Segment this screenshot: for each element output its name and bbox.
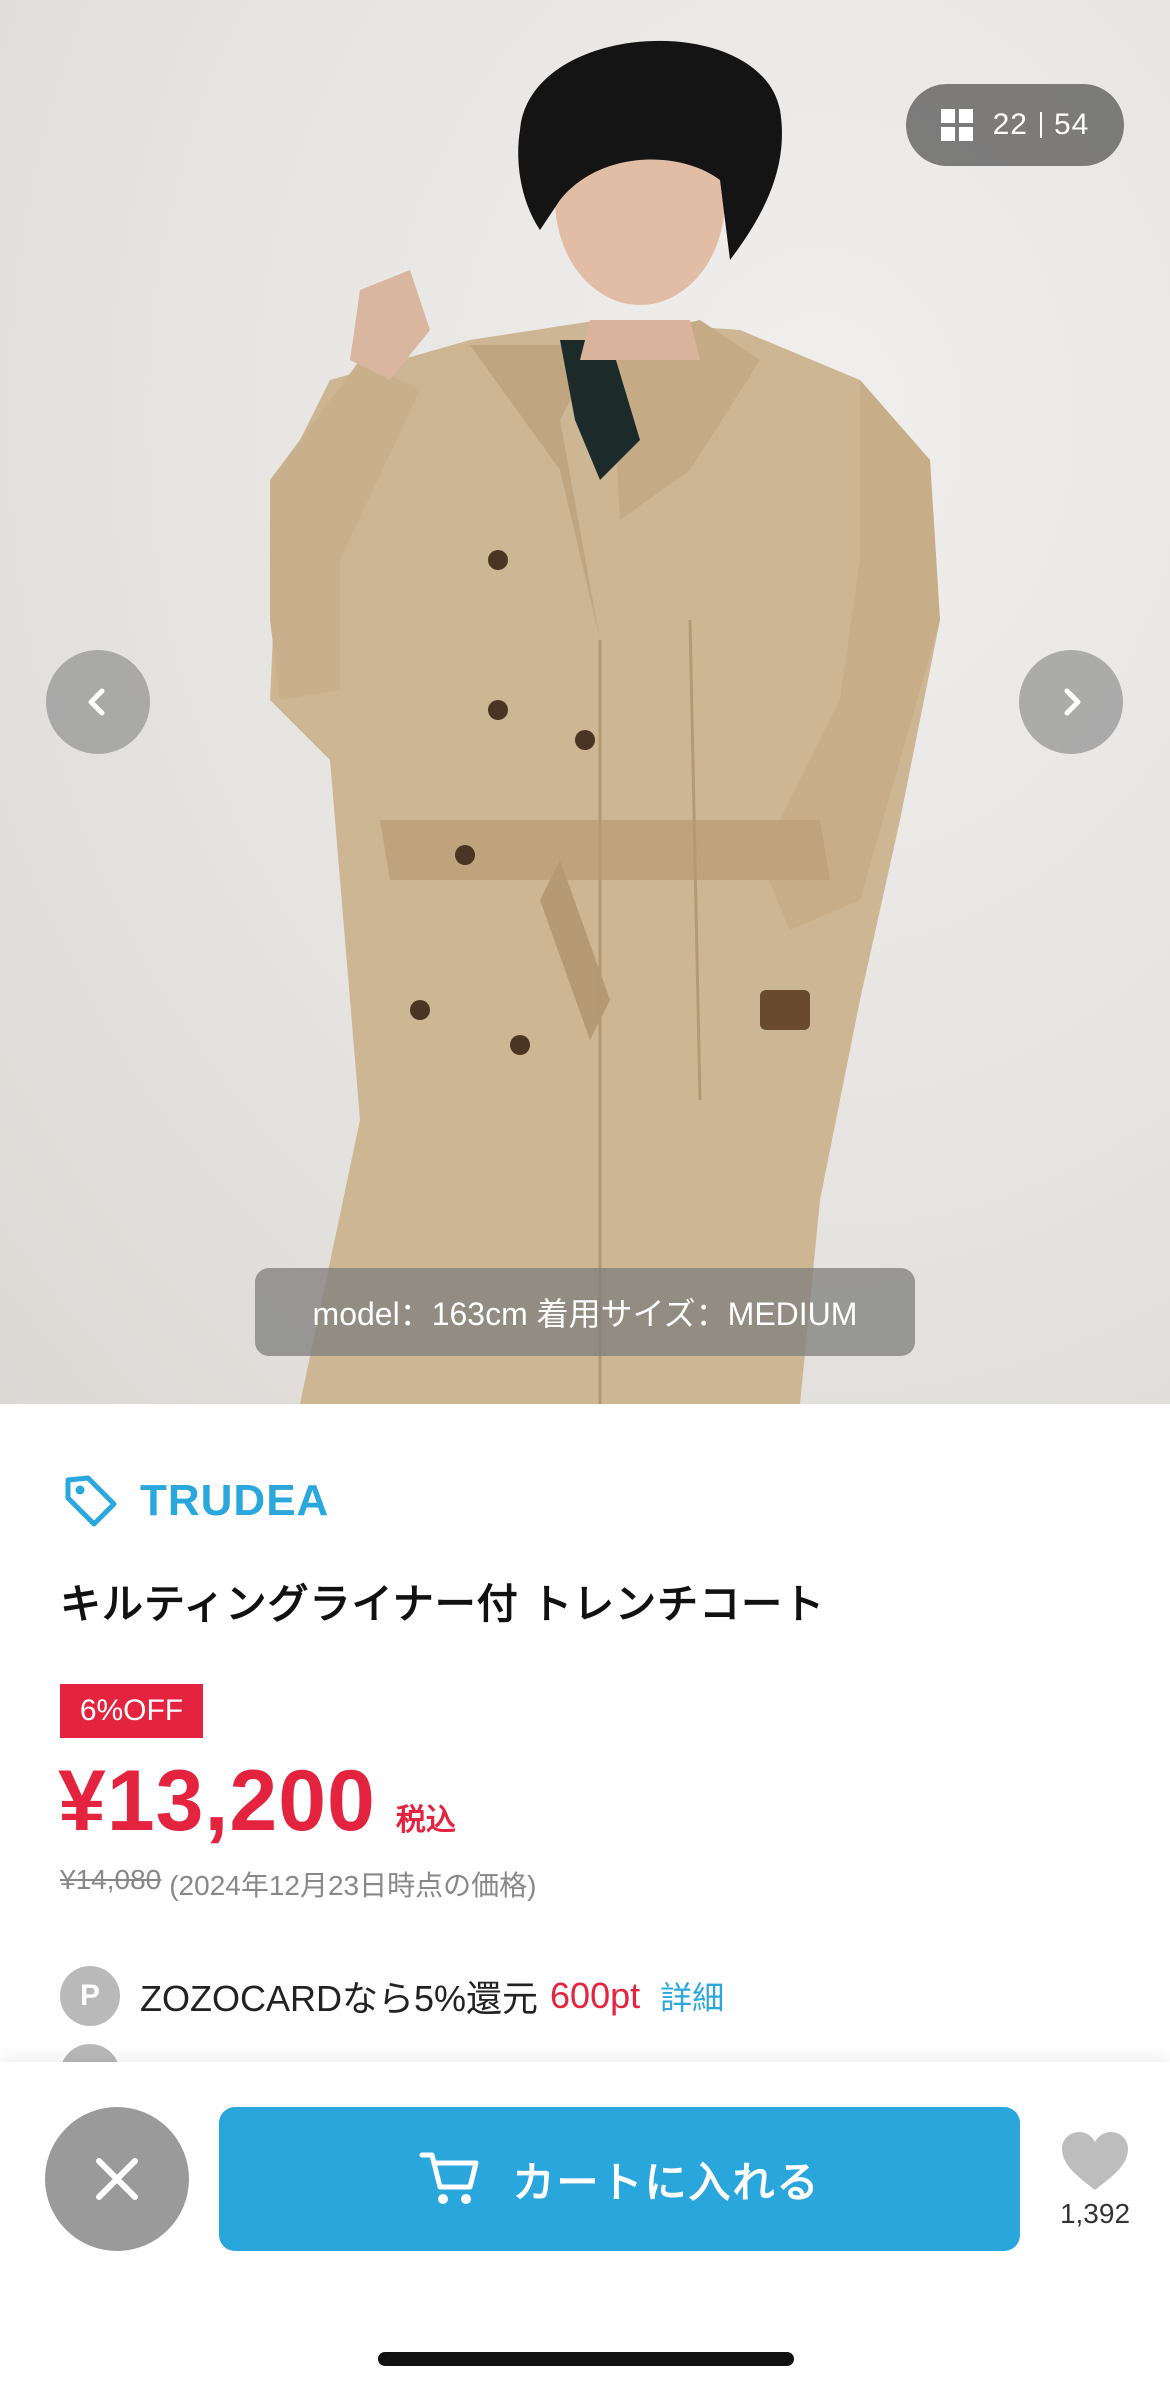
grid-icon <box>940 109 973 141</box>
product-photo <box>270 40 940 1404</box>
favorite-count: 1,392 <box>1059 2198 1131 2229</box>
cart-icon <box>419 2152 479 2204</box>
discount-badge: 6%OFF <box>60 1684 203 1738</box>
gallery-counter[interactable]: 22 54 <box>906 84 1124 166</box>
home-indicator <box>378 2352 794 2366</box>
gallery-total-count: 54 <box>1054 108 1090 141</box>
previous-image-button[interactable] <box>46 650 150 754</box>
close-icon <box>96 2158 138 2200</box>
product-image-gallery[interactable]: 22 54 model：163cm 着用サイズ：MEDIUM <box>0 0 1170 1404</box>
next-image-button[interactable] <box>1019 650 1123 754</box>
gallery-current-index: 22 <box>992 108 1028 141</box>
points-icon: P <box>60 1966 120 2026</box>
heart-icon <box>1062 2132 1128 2190</box>
favorite-button[interactable]: 1,392 <box>1050 2130 1140 2230</box>
model-size-caption: model：163cm 着用サイズ：MEDIUM <box>255 1268 915 1356</box>
sale-price: ¥13,200 <box>58 1753 376 1849</box>
tag-icon <box>65 1475 117 1527</box>
gallery-counter-text: 22 54 <box>993 108 1090 142</box>
reference-price-row: ¥14,080 (2024年12月23日時点の価格) <box>60 1864 536 1904</box>
next-row-icon <box>60 2044 120 2064</box>
close-button[interactable] <box>45 2107 189 2251</box>
brand-link[interactable]: TRUDEA <box>62 1472 329 1530</box>
counter-divider <box>1040 112 1042 138</box>
next-info-row-peek <box>60 2044 760 2064</box>
chevron-left-icon <box>88 688 105 716</box>
points-text: ZOZOCARDなら5%還元 <box>140 1978 539 2019</box>
chevron-right-icon <box>1064 688 1081 716</box>
price-row: ¥13,200 税込 <box>58 1752 456 1851</box>
add-to-cart-label: カートに入れる <box>512 2158 821 2206</box>
points-amount: 600pt <box>550 1975 641 2016</box>
reference-price: ¥14,080 <box>60 1864 162 1895</box>
tax-label: 税込 <box>395 1804 456 1837</box>
product-title: キルティングライナー付 トレンチコート <box>60 1581 826 1627</box>
points-detail-link[interactable]: 詳細 <box>660 1973 724 2019</box>
reference-price-note: (2024年12月23日時点の価格) <box>169 1870 537 1901</box>
add-to-cart-button[interactable]: カートに入れる <box>219 2107 1020 2251</box>
brand-name: TRUDEA <box>140 1476 330 1525</box>
zozocard-points-row: P ZOZOCARDなら5%還元 600pt 詳細 <box>60 1966 724 2026</box>
